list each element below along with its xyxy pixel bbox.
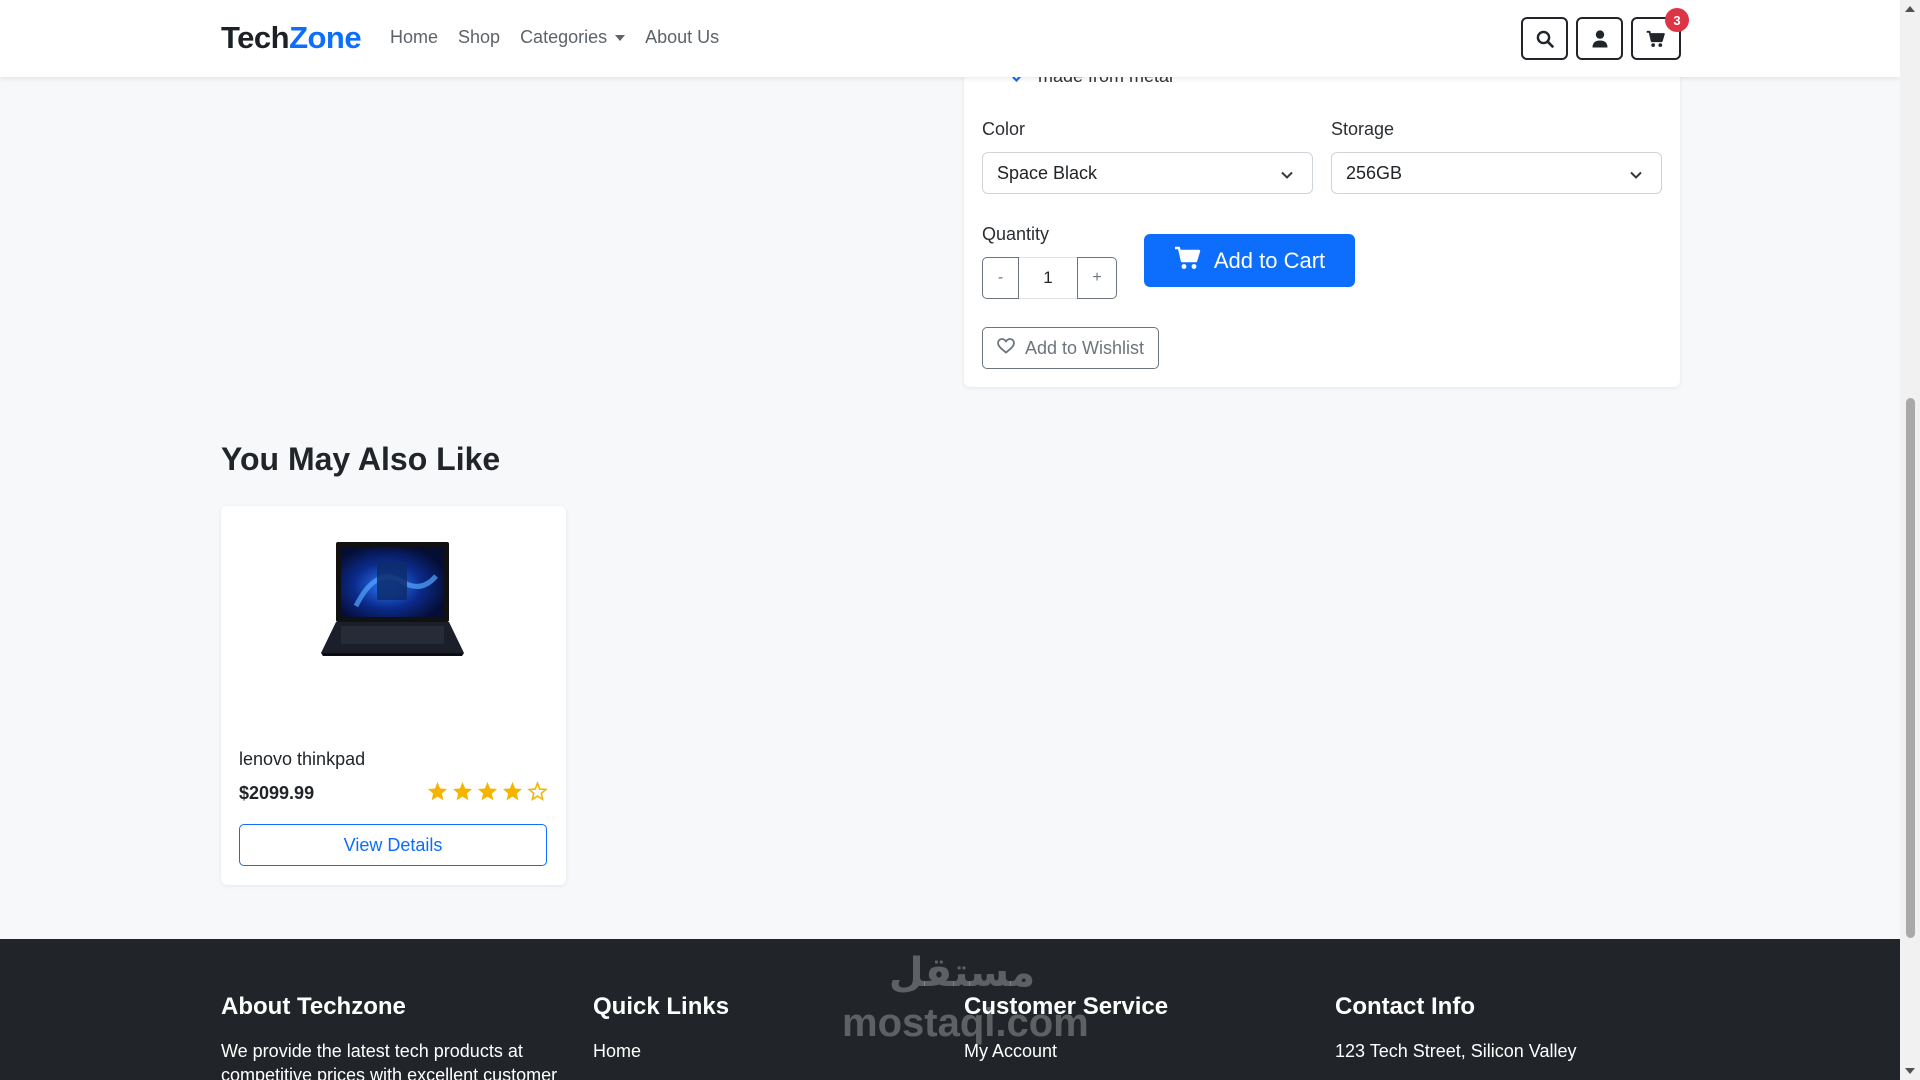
nav-home[interactable]: Home — [390, 27, 438, 48]
product-card: lenovo thinkpad $2099.99 View Details — [221, 506, 566, 885]
footer-about: About Techzone We provide the latest tec… — [221, 993, 557, 1080]
cart-icon — [1646, 30, 1665, 47]
star-filled-icon — [477, 781, 498, 801]
main-nav: Home Shop Categories About Us — [390, 27, 739, 48]
footer-quick-links: Quick Links Home — [593, 993, 729, 1063]
quantity-label: Quantity — [982, 224, 1050, 244]
brand-part-2: Zone — [289, 20, 362, 55]
quantity-increase-button[interactable]: + — [1077, 257, 1117, 299]
cart-button[interactable]: 3 — [1631, 8, 1689, 60]
quantity-decrease-button[interactable]: - — [982, 257, 1019, 299]
color-select[interactable]: Space Black — [982, 152, 1313, 194]
footer-quick-title: Quick Links — [593, 993, 730, 1020]
page: made from metal Color Space Black Storag… — [0, 0, 1900, 1080]
star-filled-icon — [427, 781, 448, 801]
nav-categories-label: Categories — [520, 27, 608, 47]
scroll-down-arrow-icon[interactable] — [1905, 1068, 1915, 1074]
watermark-arabic: مستقل — [888, 951, 1036, 995]
footer-contact: Contact Info 123 Tech Street, Silicon Va… — [1335, 993, 1576, 1063]
search-icon — [1536, 30, 1554, 48]
quantity-stepper: - 1 + — [982, 257, 1117, 299]
search-button[interactable] — [1521, 17, 1568, 60]
footer-about-text: We provide the latest tech products at — [221, 1041, 523, 1061]
footer-link-home[interactable]: Home — [593, 1039, 729, 1063]
heart-icon — [997, 337, 1015, 359]
vertical-scrollbar[interactable] — [1900, 0, 1920, 1080]
caret-down-icon — [615, 34, 626, 41]
add-to-cart-button[interactable]: Add to Cart — [1144, 234, 1355, 287]
add-to-cart-label: Add to Cart — [1213, 247, 1326, 273]
nav-actions: 3 — [1521, 8, 1689, 60]
star-filled-icon — [502, 781, 523, 801]
cart-count-badge: 3 — [1665, 8, 1689, 32]
watermark-domain: mostaql.com — [842, 1001, 1089, 1045]
star-empty-icon — [527, 781, 548, 801]
quantity-input[interactable]: 1 — [1019, 257, 1077, 299]
top-navbar: TechZone Home Shop Categories About Us 3 — [0, 0, 1900, 77]
color-label: Color — [982, 119, 1026, 139]
cart-icon — [1174, 246, 1202, 276]
product-image — [221, 506, 566, 730]
add-to-wishlist-button[interactable]: Add to Wishlist — [982, 327, 1159, 369]
footer-about-text: competitive prices with excellent custom… — [221, 1065, 558, 1080]
account-button[interactable] — [1576, 17, 1623, 60]
user-icon — [1592, 29, 1607, 47]
star-filled-icon — [452, 781, 473, 801]
color-select-value: Space Black — [997, 162, 1098, 183]
star-rating — [427, 781, 548, 801]
product-price: $2099.99 — [239, 783, 315, 803]
nav-shop[interactable]: Shop — [458, 27, 500, 48]
nav-categories-dropdown[interactable]: Categories — [520, 27, 626, 48]
footer-contact-title: Contact Info — [1335, 993, 1475, 1020]
brand-logo[interactable]: TechZone — [221, 20, 362, 56]
related-section-title: You May Also Like — [221, 441, 501, 477]
brand-part-1: Tech — [221, 20, 290, 55]
storage-select[interactable]: 256GB — [1331, 152, 1662, 194]
product-name: lenovo thinkpad — [239, 749, 366, 769]
wishlist-label: Add to Wishlist — [1024, 337, 1145, 358]
footer-about-title: About Techzone — [221, 993, 406, 1020]
chevron-down-icon — [1629, 166, 1643, 187]
chevron-down-icon — [1280, 166, 1294, 187]
nav-about-us[interactable]: About Us — [645, 27, 719, 48]
scrollbar-thumb[interactable] — [1906, 398, 1915, 938]
storage-label: Storage — [1331, 119, 1395, 139]
footer-contact-address: 123 Tech Street, Silicon Valley — [1335, 1041, 1577, 1061]
view-details-button[interactable]: View Details — [239, 824, 547, 866]
storage-select-value: 256GB — [1346, 162, 1403, 183]
scroll-up-arrow-icon[interactable] — [1905, 6, 1915, 12]
watermark-logo: مستقل mostaql.com — [842, 948, 1089, 1056]
